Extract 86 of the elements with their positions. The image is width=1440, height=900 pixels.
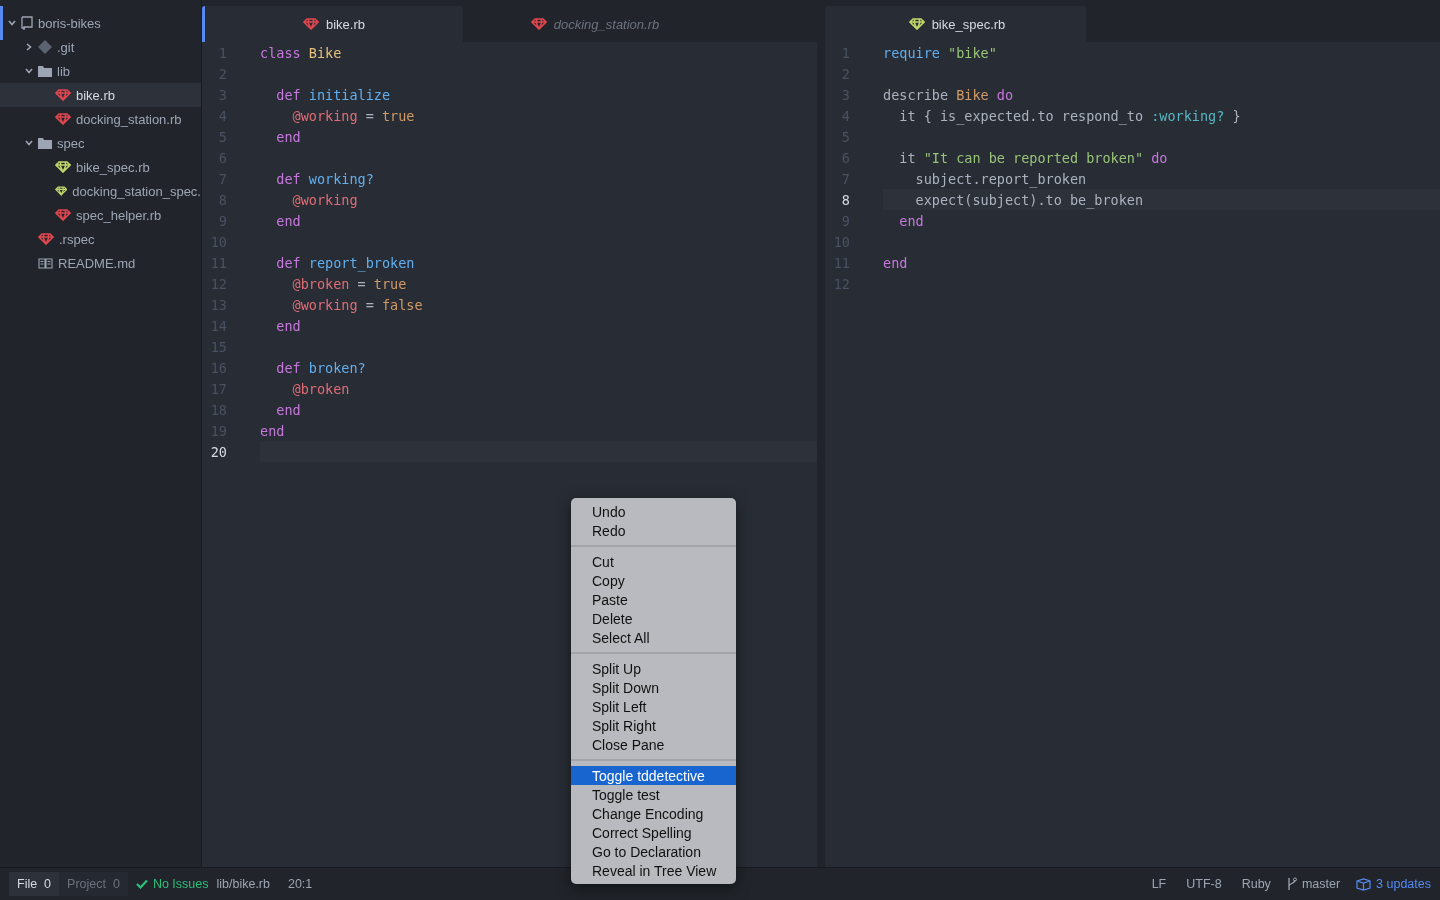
code-line: end (260, 421, 286, 441)
code-line: require "bike" (883, 43, 998, 63)
menu-item[interactable]: Copy (571, 571, 736, 590)
editor-tab[interactable]: bike_spec.rb (825, 6, 1086, 42)
gem-icon (908, 18, 925, 30)
code-line: subject.report_broken (914, 169, 1088, 189)
chevron-icon[interactable] (25, 67, 33, 75)
cursor-position[interactable]: 20:1 (287, 877, 313, 891)
status-item[interactable]: UTF-8 (1186, 877, 1222, 891)
folder-icon (38, 137, 52, 149)
code-line: def broken? (275, 358, 367, 378)
tree-item[interactable]: spec (57, 135, 85, 151)
code-line: it { is_expected.to respond_to :working? } (898, 106, 1242, 126)
menu-item[interactable]: Delete (571, 609, 736, 628)
package-icon (1356, 877, 1372, 891)
menu-item[interactable]: Toggle test (571, 785, 736, 804)
scope-tab[interactable]: File 0 (9, 872, 60, 896)
tree-item[interactable]: docking_station.rb (76, 111, 182, 127)
code-line: @broken (291, 379, 351, 399)
tree-item[interactable]: spec_helper.rb (76, 207, 162, 223)
diamond-icon (38, 40, 52, 54)
chevron-icon[interactable] (25, 139, 33, 147)
folder-icon (38, 65, 52, 77)
tree-item[interactable]: bike.rb (76, 87, 116, 103)
gem-icon (55, 113, 71, 125)
tree-item[interactable]: lib (57, 63, 70, 79)
code-line: end (275, 316, 302, 336)
code-line: def report_broken (275, 253, 416, 273)
gem-icon (55, 185, 68, 197)
menu-item[interactable]: Redo (571, 521, 736, 540)
code-line: describe Bike do (883, 85, 1015, 105)
menu-item[interactable]: Split Up (571, 659, 736, 678)
code-line: class Bike (260, 43, 343, 63)
menu-item[interactable]: Close Pane (571, 735, 736, 754)
code-line: @working (291, 190, 359, 210)
code-line: end (275, 211, 302, 231)
tree-item[interactable]: .git (57, 39, 75, 55)
branch-status[interactable]: master (1286, 877, 1341, 891)
tree-item[interactable]: README.md (58, 255, 136, 271)
line-number: 8 (840, 191, 850, 208)
branch-icon (1286, 877, 1297, 891)
menu-item[interactable]: Correct Spelling (571, 823, 736, 842)
menu-item[interactable]: Reveal in Tree View (571, 861, 736, 880)
check-icon (135, 879, 148, 889)
gem-icon (530, 18, 547, 30)
tree-item[interactable]: bike_spec.rb (76, 159, 150, 175)
gem-icon (55, 209, 71, 221)
chevron-icon[interactable] (25, 43, 33, 51)
menu-item[interactable]: Split Down (571, 678, 736, 697)
gem-icon (38, 233, 54, 245)
menu-item[interactable]: Undo (571, 502, 736, 521)
menu-item[interactable]: Split Left (571, 697, 736, 716)
selected-row[interactable]: bike.rb (0, 83, 201, 107)
issues-status[interactable]: No Issues (135, 877, 209, 891)
code-line: end (898, 211, 925, 231)
menu-item[interactable]: Paste (571, 590, 736, 609)
file-path[interactable]: lib/bike.rb (216, 877, 270, 891)
gem-icon (303, 18, 319, 30)
menu-item[interactable]: Split Right (571, 716, 736, 735)
menu-item[interactable]: Cut (571, 552, 736, 571)
tree-item[interactable]: boris-bikes (38, 15, 101, 31)
code-line: @broken = true (291, 274, 408, 294)
code-line: end (275, 400, 302, 420)
editor-tab[interactable]: bike.rb (202, 6, 463, 42)
code-line: it "It can be reported broken" do (898, 148, 1169, 168)
menu-item[interactable]: Go to Declaration (571, 842, 736, 861)
book-icon (38, 257, 53, 269)
menu-item[interactable]: Toggle tddetective (571, 766, 736, 785)
status-item[interactable]: Ruby (1241, 877, 1271, 891)
tree-item[interactable]: docking_station_spec. (72, 183, 201, 199)
code-line: end (883, 253, 909, 273)
code-line: @working = false (291, 295, 424, 315)
code-line: end (275, 127, 302, 147)
tree-item[interactable]: .rspec (59, 231, 95, 247)
gem-icon (55, 161, 71, 173)
menu-item[interactable]: Select All (571, 628, 736, 647)
repo-icon (21, 16, 33, 30)
code-line: def working? (275, 169, 375, 189)
chevron-icon[interactable] (8, 19, 16, 27)
updates-link[interactable]: 3 updates (1356, 877, 1431, 891)
line-number: 20 (209, 443, 227, 460)
code-line: @working = true (291, 106, 416, 126)
menu-item[interactable]: Change Encoding (571, 804, 736, 823)
status-item[interactable]: LF (1151, 877, 1167, 891)
code-line: def initialize (275, 85, 392, 105)
gem-icon (55, 89, 71, 101)
